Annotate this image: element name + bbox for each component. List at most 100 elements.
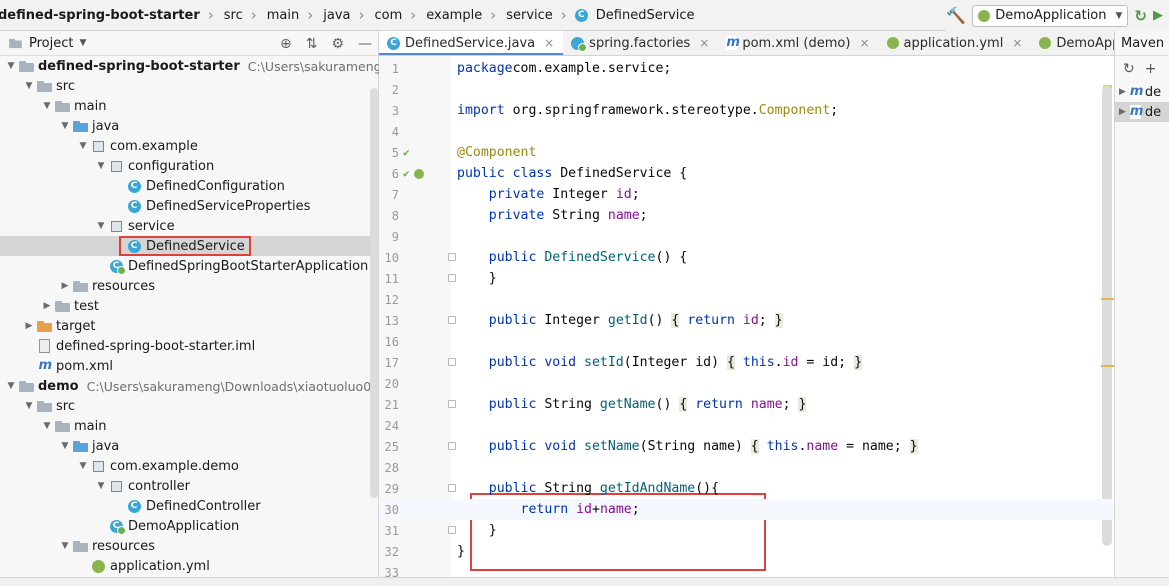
tree-item[interactable]: application.yml [0,556,379,576]
code-line[interactable]: 20 [379,373,1113,394]
chevron-down-icon[interactable]: ▼ [94,221,108,231]
code-line[interactable]: 1 packagecom.example.service; [379,58,1113,79]
code-line[interactable]: 3 import org.springframework.stereotype.C… [379,100,1113,121]
breadcrumb-item[interactable]: example › [422,0,502,31]
close-icon[interactable]: × [544,36,554,50]
tree-item[interactable]: ▼ configuration [0,156,379,176]
tree-item[interactable]: defined-spring-boot-starter.iml [0,336,379,356]
fold-marker-icon[interactable] [448,484,456,492]
chevron-right-icon[interactable]: ▶ [1119,107,1126,117]
maven-panel-title[interactable]: Maven [1121,36,1164,51]
editor-tab[interactable]: application.yml × [879,31,1032,55]
code-line[interactable]: 9 [379,226,1113,247]
tree-item[interactable]: C DefinedServiceProperties [0,196,379,216]
editor-tab[interactable]: m pom.xml (demo) × [718,31,878,55]
code-line[interactable]: 17 public void setId(Integer id) { this.… [379,352,1113,373]
code-line[interactable]: 7 private Integer id; [379,184,1113,205]
tree-item[interactable]: ▼ main [0,416,379,436]
code-line[interactable]: 10 public DefinedService() { [379,247,1113,268]
tree-item[interactable]: C DemoApplication [0,516,379,536]
fold-marker-icon[interactable] [448,274,456,282]
chevron-down-icon[interactable]: ▼ [58,121,72,131]
code-line[interactable]: 32} [379,541,1113,562]
code-line[interactable]: 4 [379,121,1113,142]
code-line[interactable]: 21 public String getName() { return name… [379,394,1113,415]
chevron-right-icon[interactable]: ▶ [58,281,72,291]
chevron-right-icon[interactable]: ▶ [22,321,36,331]
tree-item[interactable]: C DefinedSpringBootStarterApplication [0,256,379,276]
code-line[interactable]: 25 public void setName(String name) { th… [379,436,1113,457]
chevron-down-icon[interactable]: ▼ [58,541,72,551]
breadcrumb-item[interactable]: com › [370,0,422,31]
tree-item[interactable]: C DefinedController [0,496,379,516]
add-project-icon[interactable]: + [1145,61,1157,77]
breadcrumb-item[interactable]: C DefinedService [573,0,699,31]
breadcrumb-item[interactable]: java › [319,0,370,31]
tree-item[interactable]: ▼ com.example.demo [0,456,379,476]
tree-item[interactable]: ▼ main [0,96,379,116]
locate-target-icon[interactable]: ⊕ [280,36,292,52]
tree-item[interactable]: ▼ demo C:\Users\sakurameng\Downloads\xiaot… [0,376,379,396]
chevron-down-icon[interactable]: ▼ [76,461,90,471]
breadcrumb-item[interactable]: defined-spring-boot-starter › [0,0,220,31]
editor-tab[interactable]: C DefinedService.java × [379,31,564,55]
tree-item[interactable]: ▼ com.example [0,136,379,156]
chevron-down-icon[interactable]: ▼ [4,61,18,71]
chevron-down-icon[interactable]: ▼ [76,141,90,151]
tree-item[interactable]: ▶ resources [0,276,379,296]
breadcrumb-item[interactable]: service › [502,0,573,31]
tree-item[interactable]: ▼ src [0,76,379,96]
code-line[interactable]: 24 [379,415,1113,436]
tree-item[interactable]: ▶ test [0,296,379,316]
tree-item[interactable]: C DefinedService [0,236,379,256]
chevron-down-icon[interactable]: ▼ [4,381,18,391]
code-line[interactable]: 12 [379,289,1113,310]
run-configuration-select[interactable]: DemoApplication ▼ [972,4,1129,27]
tree-item[interactable]: C DefinedConfiguration [0,176,379,196]
code-line[interactable]: 6 ✔ public class DefinedService { [379,163,1113,184]
code-line[interactable]: 5 ✔ @Component [379,142,1113,163]
fold-marker-icon[interactable] [448,253,456,261]
tree-item[interactable]: ▼ src [0,396,379,416]
code-line[interactable]: 13 public Integer getId() { return id; } [379,310,1113,331]
chevron-down-icon[interactable]: ▼ [22,81,36,91]
breadcrumb-item[interactable]: src › [220,0,263,31]
collapse-all-icon[interactable]: ⇅ [306,36,318,52]
tree-item[interactable]: ▼ defined-spring-boot-starter C:\Users\sak… [0,56,379,76]
tree-item[interactable]: ▼ java [0,116,379,136]
chevron-down-icon[interactable]: ▼ [22,401,36,411]
chevron-down-icon[interactable]: ▼ [94,161,108,171]
fold-marker-icon[interactable] [448,316,456,324]
tree-item[interactable]: m pom.xml [0,356,379,376]
code-area[interactable]: 1 packagecom.example.service; 2 3 import org… [379,56,1115,586]
fold-marker-icon[interactable] [448,526,456,534]
chevron-right-icon[interactable]: ▶ [40,301,54,311]
breadcrumb-item[interactable]: main › [263,0,319,31]
code-line[interactable]: 8 private String name; [379,205,1113,226]
run-icon[interactable]: ▶ [1153,8,1163,23]
code-line[interactable]: 16 [379,331,1113,352]
code-line[interactable]: 2 [379,79,1113,100]
fold-marker-icon[interactable] [448,400,456,408]
hide-minus-icon[interactable]: — [358,36,372,52]
close-icon[interactable]: × [859,36,869,50]
code-line[interactable]: 28 [379,457,1113,478]
chevron-right-icon[interactable]: ▶ [1119,87,1126,97]
code-line[interactable]: 30 return id+name; [379,499,1113,520]
tree-item[interactable]: ▼ java [0,436,379,456]
bean-gutter-icon[interactable]: ✔ [403,146,435,159]
project-scrollbar[interactable] [370,88,378,498]
maven-project-item[interactable]: ▶ m de [1115,102,1169,122]
gear-icon[interactable]: ⚙ [331,36,344,52]
tree-item[interactable]: ▶ target [0,316,379,336]
editor-tab[interactable]: DemoApplicatio [1031,31,1114,55]
close-icon[interactable]: × [1012,36,1022,50]
project-panel-title[interactable]: Project [29,36,73,51]
code-line[interactable]: 11 } [379,268,1113,289]
code-line[interactable]: 29 public String getIdAndName(){ [379,478,1113,499]
fold-marker-icon[interactable] [448,358,456,366]
reload-icon[interactable]: ↻ [1123,61,1135,77]
fold-marker-icon[interactable] [448,442,456,450]
tree-item[interactable]: ▼ controller [0,476,379,496]
build-hammer-icon[interactable]: 🔨 [946,6,966,25]
